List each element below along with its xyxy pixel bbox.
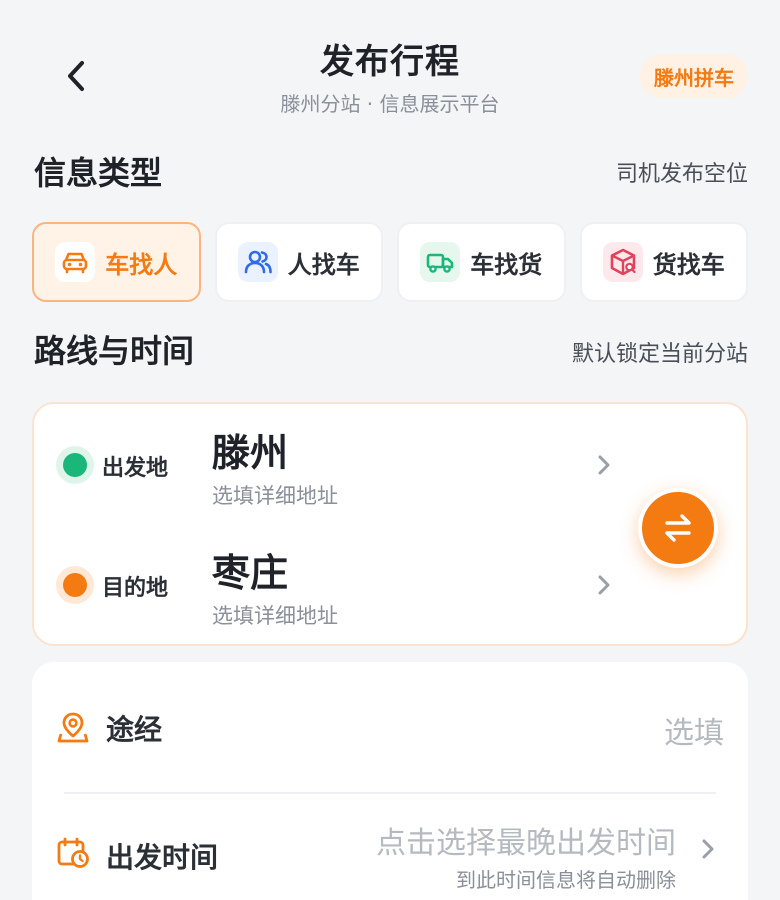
departure-time-label: 出发时间 — [106, 841, 219, 874]
via-label: 途经 — [106, 713, 163, 746]
departure-time-row[interactable]: 出发时间 点击选择最晚出发时间 到此时间信息将自动删除 — [32, 794, 748, 900]
route-card: 出发地 滕州 选填详细地址 目的地 枣庄 选填详细地址 — [32, 402, 748, 646]
chevron-right-icon — [598, 455, 610, 475]
tab-cargo-seeks-car[interactable]: 货找车 — [579, 222, 748, 302]
destination-row[interactable]: 目的地 枣庄 选填详细地址 — [34, 530, 674, 640]
detail-card: 途经 选填 出发时间 点击选择最晚出发时间 到此时间信息将自动删除 — [32, 662, 748, 900]
tab-label: 车找人 — [105, 250, 178, 279]
tab-passenger-seeks-car[interactable]: 人找车 — [214, 222, 383, 302]
tab-car-seeks-cargo[interactable]: 车找货 — [397, 222, 566, 302]
via-value: 选填 — [664, 716, 724, 751]
destination-city: 枣庄 — [212, 551, 289, 595]
tab-label: 车找货 — [470, 250, 543, 279]
package-icon — [602, 242, 643, 282]
info-type-note: 司机发布空位 — [615, 162, 748, 187]
origin-label: 出发地 — [102, 456, 169, 481]
calendar-clock-icon — [57, 837, 89, 868]
route-title: 路线与时间 — [34, 332, 195, 370]
destination-dot — [56, 566, 94, 604]
tab-car-seeks-passenger[interactable]: 车找人 — [32, 222, 201, 302]
type-tabs: 车找人 人找车 车找货 货找车 — [32, 222, 748, 302]
chevron-right-icon — [702, 839, 714, 859]
departure-time-value: 点击选择最晚出发时间 — [376, 826, 676, 861]
departure-time-hint: 到此时间信息将自动删除 — [456, 868, 676, 892]
destination-address-hint: 选填详细地址 — [212, 604, 338, 628]
users-icon — [237, 242, 278, 282]
car-icon — [55, 242, 96, 282]
via-row[interactable]: 途经 选填 — [32, 662, 748, 792]
swap-button[interactable] — [638, 488, 718, 568]
origin-city: 滕州 — [212, 431, 289, 475]
origin-dot — [56, 446, 94, 484]
tab-label: 人找车 — [287, 250, 360, 279]
city-badge[interactable]: 滕州拼车 — [640, 54, 748, 98]
location-pin-icon — [57, 712, 89, 743]
origin-address-hint: 选填详细地址 — [212, 484, 338, 508]
swap-icon — [665, 514, 691, 542]
info-type-title: 信息类型 — [34, 154, 163, 192]
header: 发布行程 滕州分站 · 信息展示平台 滕州拼车 — [0, 0, 780, 130]
route-note: 默认锁定当前分站 — [571, 342, 748, 367]
truck-icon — [420, 242, 461, 282]
origin-row[interactable]: 出发地 滕州 选填详细地址 — [34, 410, 674, 520]
chevron-right-icon — [598, 575, 610, 595]
tab-label: 货找车 — [652, 250, 725, 279]
destination-label: 目的地 — [102, 576, 169, 601]
